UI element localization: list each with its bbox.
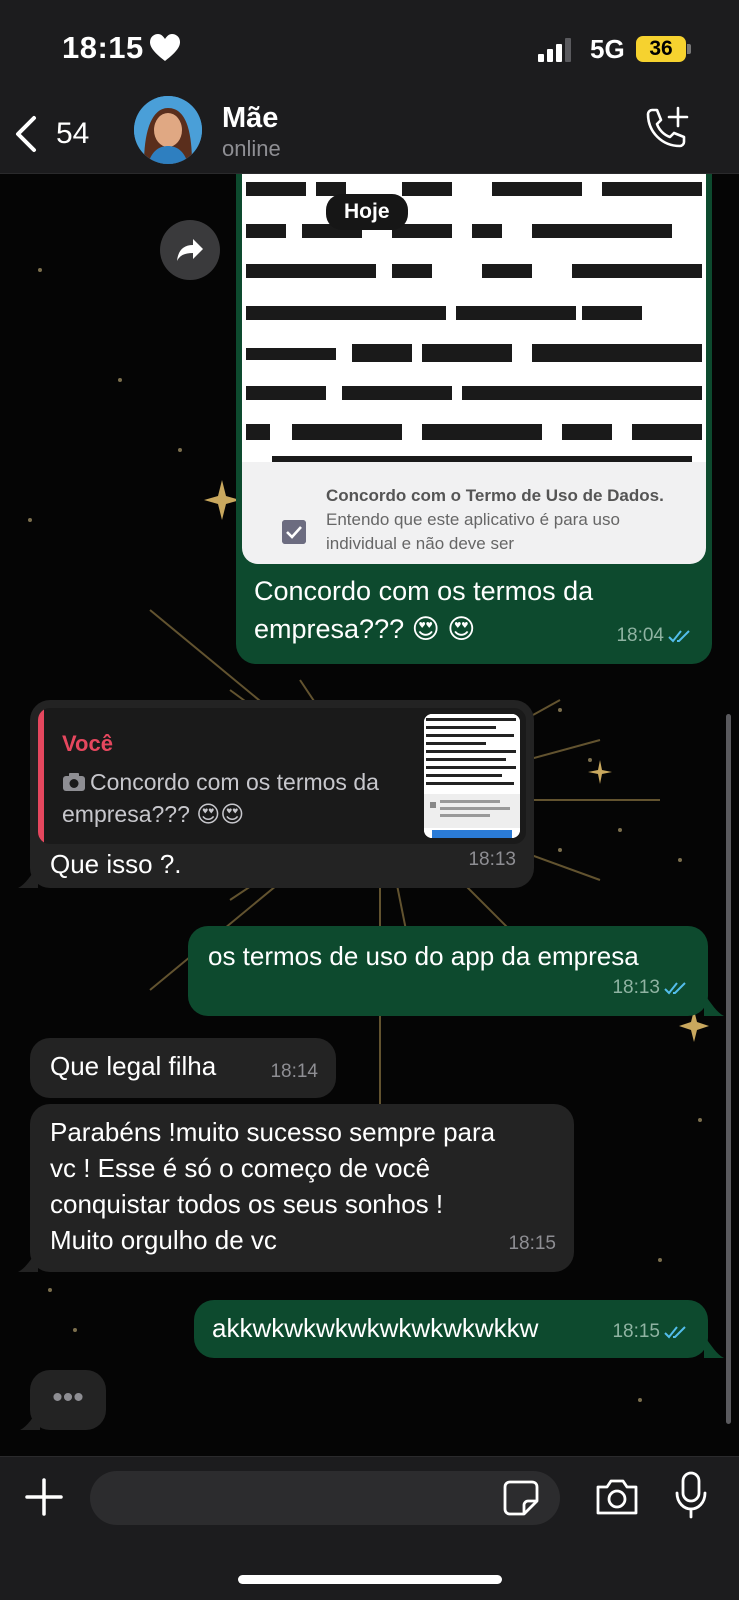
- contact-name[interactable]: Mãe: [222, 102, 278, 135]
- battery-tip: [687, 44, 691, 54]
- forward-button[interactable]: [160, 220, 220, 280]
- message-meta: 18:04: [616, 618, 694, 654]
- bubble-tail: [704, 994, 724, 1016]
- thumbnail-image: [424, 714, 520, 838]
- message-bubble[interactable]: Que legal filha 18:14: [30, 1038, 336, 1098]
- read-ticks-icon: [664, 1326, 686, 1339]
- message-bubble[interactable]: Parabéns !muito sucesso sempre para vc !…: [30, 1104, 574, 1272]
- message-text: akkwkwkwkwkwkwkwkwkkw: [212, 1313, 539, 1343]
- scrollbar[interactable]: [726, 714, 731, 1424]
- bubble-tail: [18, 1250, 38, 1272]
- message-text: os termos de uso do app da empresa: [208, 941, 639, 971]
- reply-message[interactable]: Você Concordo com os termos da empresa??…: [30, 700, 534, 888]
- status-bar: 18:15 5G 36: [0, 0, 739, 96]
- back-button[interactable]: 54: [14, 112, 104, 156]
- checkbox-checked-icon: [282, 520, 306, 544]
- message-time: 18:15: [508, 1233, 556, 1254]
- message-time: 18:13: [468, 849, 516, 870]
- contact-status: online: [222, 136, 281, 161]
- camera-small-icon: [63, 773, 85, 791]
- quoted-message[interactable]: Você Concordo com os termos da empresa??…: [38, 708, 526, 844]
- bubble-tail: [18, 866, 38, 888]
- message-meta: 18:14: [270, 1054, 318, 1090]
- consent-body: Entendo que este aplicativo é para uso i…: [326, 510, 620, 553]
- image-message[interactable]: Concordo com o Termo de Uso de Dados. En…: [236, 174, 712, 664]
- back-chevron-icon: [16, 116, 36, 152]
- signal-icon: [538, 38, 571, 62]
- read-ticks-icon: [664, 982, 686, 995]
- avatar[interactable]: [134, 96, 202, 164]
- forward-icon: [177, 239, 203, 261]
- plus-icon[interactable]: [24, 1477, 64, 1517]
- message-input[interactable]: [90, 1471, 560, 1525]
- message-line: vc ! Esse é só o começo de você: [50, 1153, 431, 1183]
- sticker-icon[interactable]: [502, 1479, 540, 1517]
- message-list[interactable]: Concordo com o Termo de Uso de Dados. En…: [0, 174, 739, 1456]
- message-time: 18:14: [270, 1061, 318, 1082]
- bubble-tail: [704, 1336, 724, 1358]
- message-meta: 18:13: [468, 842, 516, 878]
- message-text: Que isso ?.: [50, 849, 182, 879]
- call-add-icon[interactable]: [640, 104, 692, 152]
- chat-header: 54 Mãe online: [0, 96, 739, 174]
- microphone-icon[interactable]: [674, 1471, 708, 1519]
- home-indicator[interactable]: [238, 1575, 502, 1584]
- typing-indicator: •••: [30, 1370, 106, 1430]
- message-meta: 18:13: [612, 970, 690, 1006]
- message-line: Parabéns !muito sucesso sempre para: [50, 1117, 496, 1147]
- bubble-tail: [20, 1408, 40, 1430]
- message-text: Que legal filha: [50, 1051, 217, 1081]
- consent-title: Concordo com o Termo de Uso de Dados.: [326, 486, 664, 505]
- date-divider: Hoje: [326, 194, 408, 230]
- quote-thumbnail: [424, 714, 520, 838]
- document-consent-area: Concordo com o Termo de Uso de Dados. En…: [242, 462, 706, 564]
- message-time: 18:04: [616, 625, 664, 646]
- status-time: 18:15: [62, 30, 144, 65]
- message-bubble[interactable]: akkwkwkwkwkwkwkwkwkkw 18:15: [194, 1300, 708, 1358]
- network-type: 5G: [590, 34, 625, 64]
- unread-count: 54: [56, 117, 90, 150]
- avatar-photo: [134, 96, 202, 164]
- message-time: 18:15: [612, 1321, 660, 1342]
- battery-level: 36: [636, 36, 686, 62]
- heart-icon: [150, 34, 180, 61]
- read-ticks-icon: [668, 630, 690, 643]
- message-meta: 18:15: [612, 1314, 690, 1350]
- consent-text: Concordo com o Termo de Uso de Dados. En…: [326, 484, 666, 556]
- blurred-document-text: [242, 174, 706, 462]
- camera-icon[interactable]: [594, 1477, 640, 1517]
- message-line: Muito orgulho de vc: [50, 1225, 277, 1255]
- quote-preview-text: Concordo com os termos da empresa??? 😍😍: [62, 769, 379, 827]
- message-bubble[interactable]: os termos de uso do app da empresa 18:13: [188, 926, 708, 1016]
- message-text: Parabéns !muito sucesso sempre para vc !…: [50, 1114, 550, 1258]
- quote-accent-bar: [38, 708, 44, 844]
- quote-text: Concordo com os termos da empresa??? 😍😍: [62, 766, 402, 830]
- message-time: 18:13: [612, 977, 660, 998]
- message-meta: 18:15: [508, 1226, 556, 1262]
- document-photo[interactable]: [242, 174, 706, 462]
- quote-author: Você: [62, 731, 113, 756]
- message-line: conquistar todos os seus sonhos !: [50, 1189, 444, 1219]
- composer-bar: [0, 1456, 739, 1600]
- image-caption: Concordo com os termos da empresa??? 😍 😍: [254, 576, 594, 644]
